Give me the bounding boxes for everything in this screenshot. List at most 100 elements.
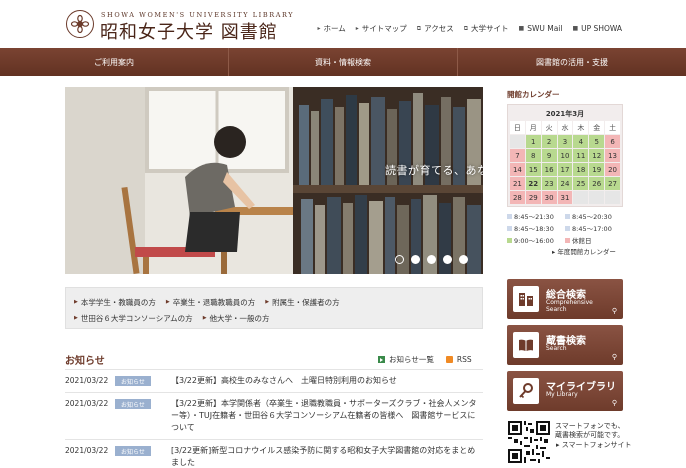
link-home[interactable]: ▸ ホーム bbox=[317, 23, 345, 34]
weekday-header: 火 bbox=[541, 121, 557, 134]
calendar-day: 3 bbox=[557, 135, 573, 148]
legend-item: 8:45〜18:30 bbox=[507, 223, 565, 233]
audience-links: ▶ 本学学生・教職員の方 ▶ 卒業生・退職教職員の方 ▶ 附属生・保護者の方 ▶ 世田谷… bbox=[65, 287, 483, 329]
news-item: 2021/03/22 お知らせ 【3/22更新】高校生のみなさんへ 土曜日特別利… bbox=[65, 369, 483, 392]
weekday-header: 月 bbox=[525, 121, 541, 134]
arrow-icon: ▸ bbox=[317, 25, 321, 32]
calendar-day: 31 bbox=[557, 191, 573, 204]
link-alumni[interactable]: ▶ 卒業生・退職教職員の方 bbox=[166, 297, 255, 308]
logo-japanese[interactable]: 昭和女子大学 図書館 bbox=[100, 18, 278, 44]
calendar-day: 11 bbox=[573, 149, 589, 162]
calendar-day: 17 bbox=[557, 163, 573, 176]
slide-dot-3[interactable] bbox=[427, 255, 436, 264]
book-icon bbox=[513, 332, 539, 358]
hero-image bbox=[65, 87, 483, 274]
news-date: 2021/03/22 bbox=[65, 446, 109, 455]
magnifier-icon: ⚲ bbox=[611, 399, 617, 407]
year-calendar-link[interactable]: ▸ 年度開館カレンダー bbox=[552, 246, 616, 256]
nav-support[interactable]: 図書館の活用・支援 bbox=[458, 48, 686, 76]
link-icon: ⧉ bbox=[416, 24, 422, 32]
calendar-day: 27 bbox=[605, 177, 620, 190]
news-item: 2021/03/22 お知らせ [3/22更新]新型コロナウイルス感染予防に関す… bbox=[65, 439, 483, 468]
legend-swatch bbox=[565, 225, 570, 231]
calendar-day: 9 bbox=[541, 149, 557, 162]
nav-search[interactable]: 資料・情報検索 bbox=[229, 48, 457, 76]
news-link[interactable]: [3/22更新]新型コロナウイルス感染予防に関する昭和女子大学図書館の対応をまと… bbox=[171, 445, 483, 468]
link-consortium[interactable]: ▶ 世田谷６大学コンソーシアムの方 bbox=[74, 313, 193, 324]
news-item: 2021/03/22 お知らせ 【3/22更新】本学関係者（卒業生・退職教職員・… bbox=[65, 392, 483, 439]
hero-caption: 読書が育てる、あなたの未来。 bbox=[385, 164, 483, 177]
calendar-day: 23 bbox=[541, 177, 557, 190]
legend-item: 休館日 bbox=[565, 235, 623, 245]
calendar-day: 5 bbox=[589, 135, 605, 148]
calendar-grid: 日 月 火 水 木 金 土 1 2 3 4 5 6 7 8 9 10 11 12 13 14 15 16 17 1… bbox=[510, 121, 620, 204]
rss-link[interactable]: RSS bbox=[445, 354, 472, 365]
weekday-header: 水 bbox=[557, 121, 573, 134]
audience-row-1: ▶ 本学学生・教職員の方 ▶ 卒業生・退職教職員の方 ▶ 附属生・保護者の方 bbox=[74, 294, 474, 310]
link-other-public[interactable]: ▶ 他大学・一般の方 bbox=[203, 313, 270, 324]
news-badge: お知らせ bbox=[115, 376, 151, 386]
main-nav: ご利用案内 資料・情報検索 図書館の活用・支援 bbox=[0, 48, 686, 76]
legend-item: 8:45〜17:00 bbox=[565, 223, 623, 233]
legend-swatch bbox=[507, 237, 512, 243]
slide-dot-5[interactable] bbox=[459, 255, 468, 264]
news-link[interactable]: 【3/22更新】本学関係者（卒業生・退職教職員・サポーターズクラブ・社会人メンタ… bbox=[171, 398, 483, 434]
smartphone-note: スマートフォンでも、 蔵書検索が可能です。 bbox=[555, 422, 625, 439]
legend-item: 8:45〜21:30 bbox=[507, 211, 565, 221]
catalog-search-button[interactable]: 蔵書検索 Search ⚲ bbox=[507, 325, 623, 365]
my-library-button[interactable]: マイライブラリ My Library ⚲ bbox=[507, 371, 623, 411]
nav-guide[interactable]: ご利用案内 bbox=[0, 48, 228, 76]
link-affiliated-parents[interactable]: ▶ 附属生・保護者の方 bbox=[265, 297, 339, 308]
opening-calendar: 2021年3月 日 月 火 水 木 金 土 1 2 3 4 5 6 7 8 9 10 11 12 13 1… bbox=[507, 104, 623, 207]
calendar-month: 2021年3月 bbox=[545, 110, 585, 118]
calendar-day: 10 bbox=[557, 149, 573, 162]
link-sitemap[interactable]: ▸ サイトマップ bbox=[356, 23, 407, 34]
legend-swatch bbox=[565, 213, 570, 219]
slide-dot-2[interactable] bbox=[411, 255, 420, 264]
calendar-day: 26 bbox=[589, 177, 605, 190]
smartphone-site-link[interactable]: ▸ スマートフォンサイト bbox=[556, 441, 632, 450]
weekday-header: 木 bbox=[573, 121, 589, 134]
calendar-day: 29 bbox=[525, 191, 541, 204]
slide-dot-4[interactable] bbox=[443, 255, 452, 264]
legend-label: 9:00〜16:00 bbox=[514, 237, 554, 245]
button-subtitle: Search bbox=[546, 345, 567, 352]
comprehensive-search-button[interactable]: 総合検索 Comprehensive Search ⚲ bbox=[507, 279, 623, 319]
calendar-day: 15 bbox=[525, 163, 541, 176]
seal-emblem-icon bbox=[70, 14, 90, 34]
calendar-day: 12 bbox=[589, 149, 605, 162]
calendar-day: 28 bbox=[510, 191, 525, 204]
audience-row-2: ▶ 世田谷６大学コンソーシアムの方 ▶ 他大学・一般の方 bbox=[74, 310, 474, 326]
link-access[interactable]: ⧉ アクセス bbox=[417, 23, 454, 34]
calendar-day: 8 bbox=[525, 149, 541, 162]
news-heading: お知らせ bbox=[65, 356, 105, 367]
link-students-staff[interactable]: ▶ 本学学生・教職員の方 bbox=[74, 297, 156, 308]
link-university[interactable]: ⧉ 大学サイト bbox=[464, 23, 509, 34]
calendar-day: 19 bbox=[589, 163, 605, 176]
legend-item: 9:00〜16:00 bbox=[507, 235, 565, 245]
calendar-day bbox=[605, 191, 620, 204]
hero-slideshow[interactable]: 読書が育てる、あなたの未来。 bbox=[65, 87, 483, 274]
slide-dots bbox=[395, 255, 468, 264]
lock-icon: ■ bbox=[518, 25, 525, 32]
weekday-header: 日 bbox=[510, 121, 525, 134]
key-icon bbox=[513, 378, 539, 404]
news-badge: お知らせ bbox=[115, 399, 151, 409]
button-subtitle: Comprehensive Search bbox=[546, 299, 593, 313]
legend-label: 8:45〜18:30 bbox=[514, 225, 554, 233]
link-swu-mail[interactable]: ■ SWU Mail bbox=[519, 23, 563, 34]
arrow-icon: ▶ bbox=[165, 299, 170, 305]
news-list: 2021/03/22 お知らせ 【3/22更新】高校生のみなさんへ 土曜日特別利… bbox=[65, 369, 483, 468]
slide-dot-1[interactable] bbox=[395, 255, 404, 264]
legend-swatch bbox=[507, 225, 512, 231]
university-seal-icon[interactable] bbox=[66, 10, 94, 38]
calendar-day: 6 bbox=[605, 135, 620, 148]
play-icon bbox=[378, 356, 385, 363]
arrow-icon: ▶ bbox=[74, 315, 78, 321]
calendar-day: 22 bbox=[525, 177, 541, 190]
magnifier-icon: ⚲ bbox=[611, 307, 617, 315]
calendar-day bbox=[573, 191, 589, 204]
news-list-link[interactable]: お知らせ一覧 bbox=[378, 354, 434, 365]
news-link[interactable]: 【3/22更新】高校生のみなさんへ 土曜日特別利用のお知らせ bbox=[171, 375, 483, 387]
link-up-showa[interactable]: ■ UP SHOWA bbox=[572, 23, 622, 34]
